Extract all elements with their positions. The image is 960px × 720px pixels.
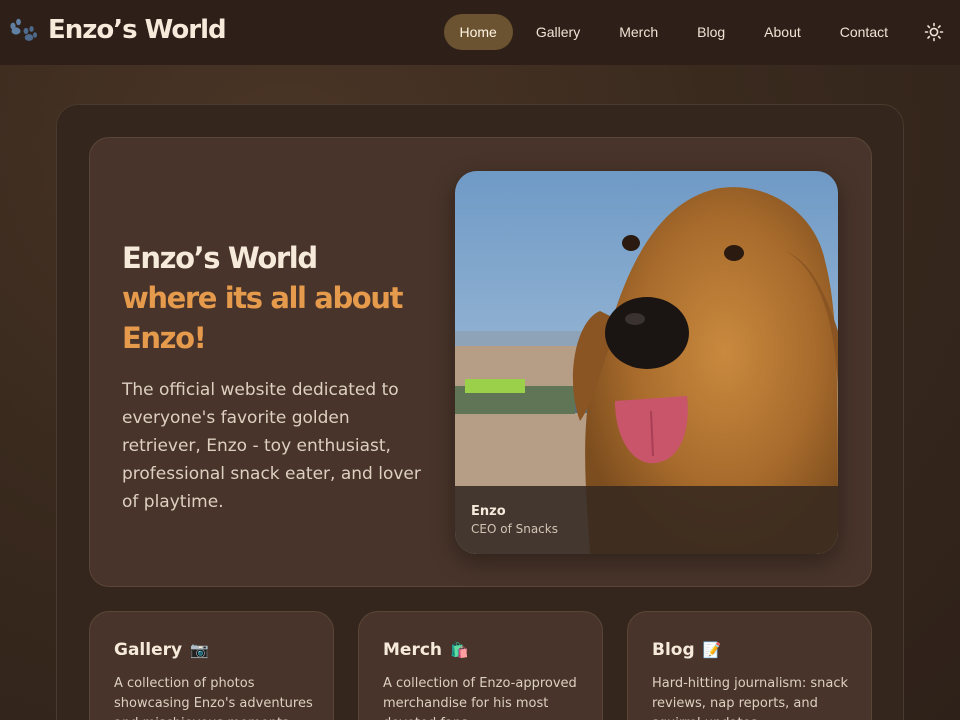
- nav-contact[interactable]: Contact: [824, 14, 904, 50]
- caption-name: Enzo: [471, 504, 506, 519]
- sun-icon[interactable]: [924, 22, 944, 42]
- top-navbar: Enzo’s World Home Gallery Merch Blog Abo…: [0, 0, 960, 65]
- shopping-bags-icon: 🛍️: [450, 641, 469, 659]
- memo-icon: 📝: [702, 641, 722, 659]
- nav-home[interactable]: Home: [443, 14, 513, 50]
- golden-retriever-photo: Enzo CEO of Snacks: [455, 171, 838, 554]
- card-merch-title: Merch 🛍️: [383, 640, 578, 660]
- card-blog-description: Hard-hitting journalism: snack reviews, …: [652, 676, 849, 720]
- nav-gallery[interactable]: Gallery: [520, 14, 596, 50]
- hero-title-line2: where its all about Enzo!: [122, 281, 403, 355]
- nav-merch[interactable]: Merch: [603, 14, 674, 50]
- paw-icon: [6, 14, 38, 46]
- card-gallery-title: Gallery 📷: [114, 640, 309, 660]
- hero-description: The official website dedicated to everyo…: [122, 380, 421, 512]
- photo-caption: Enzo CEO of Snacks: [455, 486, 838, 554]
- card-blog[interactable]: Blog 📝 Hard-hitting journalism: snack re…: [627, 611, 872, 720]
- brand-logo[interactable]: Enzo’s World: [6, 14, 227, 46]
- hero-title: Enzo’s World where its all about Enzo!: [122, 238, 442, 358]
- card-gallery-title-text: Gallery: [114, 640, 183, 660]
- hero-title-line1: Enzo’s World: [122, 241, 318, 275]
- camera-icon: 📷: [190, 641, 209, 659]
- card-blog-title-text: Blog: [652, 640, 695, 660]
- card-blog-title: Blog 📝: [652, 640, 847, 660]
- caption-role: CEO of Snacks: [471, 522, 558, 536]
- card-merch-description: A collection of Enzo-approved merchandis…: [383, 676, 577, 720]
- brand-name: Enzo’s World: [48, 15, 227, 45]
- card-merch-title-text: Merch: [383, 640, 443, 660]
- card-gallery[interactable]: Gallery 📷 A collection of photos showcas…: [89, 611, 334, 720]
- card-gallery-description: A collection of photos showcasing Enzo's…: [114, 676, 313, 720]
- nav-blog[interactable]: Blog: [681, 14, 741, 50]
- nav-links: Home Gallery Merch Blog About Contact: [437, 14, 905, 50]
- nav-about[interactable]: About: [748, 14, 817, 50]
- card-merch[interactable]: Merch 🛍️ A collection of Enzo-approved m…: [358, 611, 603, 720]
